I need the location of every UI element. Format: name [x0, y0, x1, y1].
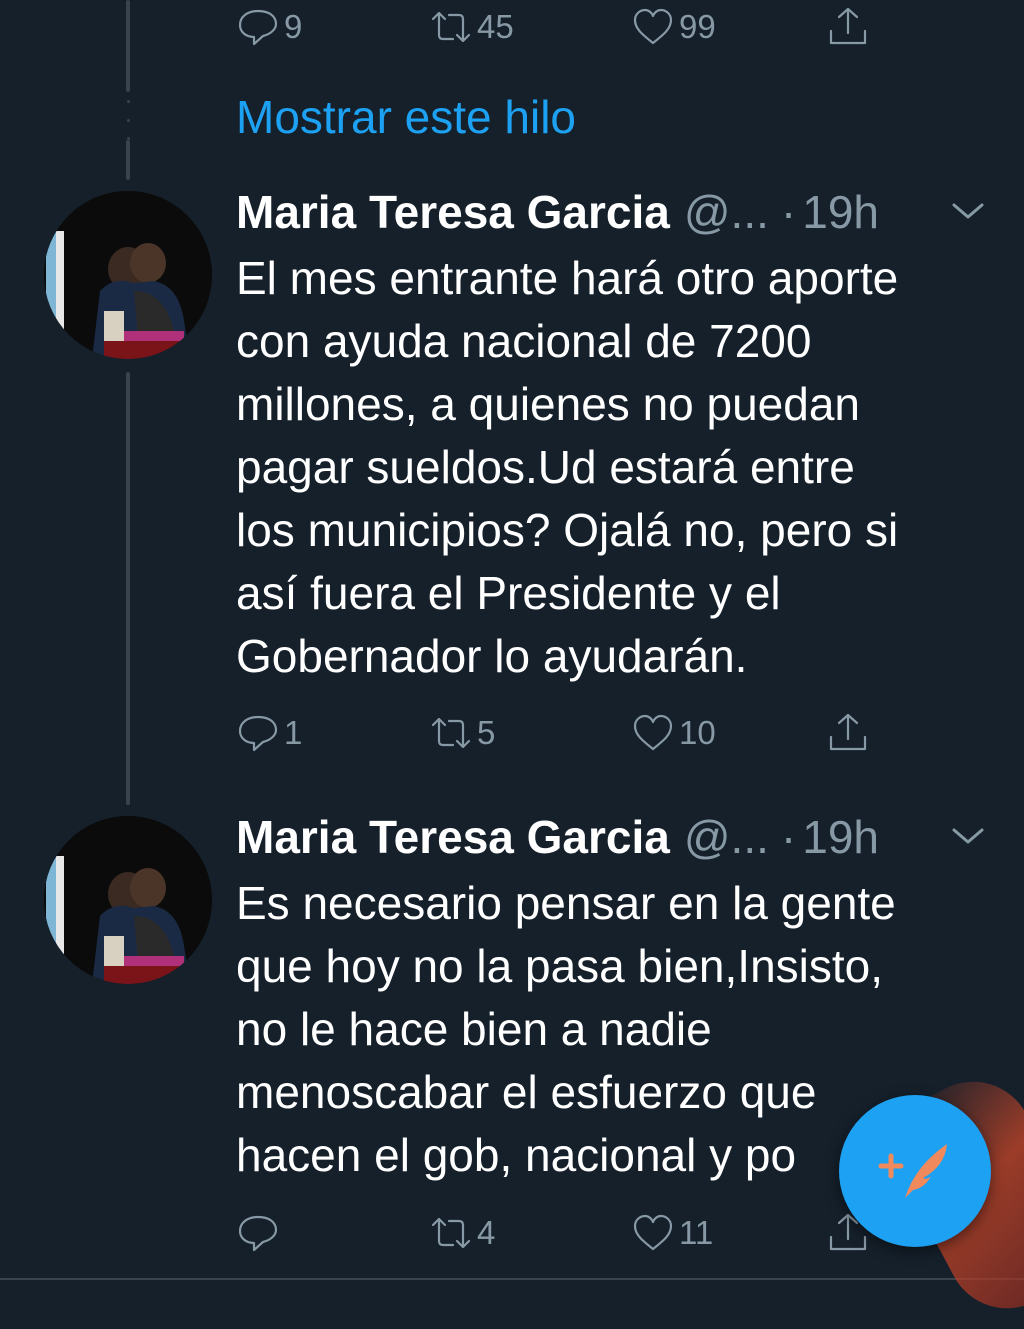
- avatar-image: [44, 816, 212, 984]
- reply-count: 9: [284, 8, 303, 45]
- top-tweet-actions: 9 45 99: [236, 2, 886, 52]
- reply-icon: [238, 715, 278, 752]
- tweet-menu-button[interactable]: [950, 200, 990, 230]
- tweet-actions: 4 11: [236, 1208, 886, 1258]
- user-handle[interactable]: @...: [684, 810, 769, 864]
- show-thread-link[interactable]: Mostrar este hilo: [236, 90, 576, 144]
- like-button[interactable]: 11: [631, 1208, 713, 1258]
- reply-icon: [238, 1215, 278, 1252]
- compose-tweet-button[interactable]: [839, 1095, 991, 1247]
- tweet-text-line: El mes entrante hará otro aporte: [236, 252, 899, 304]
- tweet-text-line: Gobernador lo ayudarán.: [236, 630, 748, 682]
- tweet-text-line: no le hace bien a nadie: [236, 1003, 712, 1055]
- thread-line-top: [126, 0, 130, 92]
- chevron-down-icon: [952, 828, 984, 844]
- tweet-text: El mes entrante hará otro aporte con ayu…: [236, 247, 996, 688]
- heart-icon: [633, 8, 673, 45]
- thread-ellipsis: [124, 100, 132, 140]
- heart-icon: [633, 1214, 673, 1251]
- chevron-down-icon: [952, 203, 984, 219]
- reply-button[interactable]: 9: [236, 2, 302, 52]
- retweet-icon: [431, 11, 471, 43]
- retweet-icon: [431, 1217, 471, 1249]
- divider: [0, 1278, 1024, 1280]
- like-button[interactable]: 10: [631, 708, 716, 758]
- retweet-button[interactable]: 5: [429, 708, 495, 758]
- tweet-header: Maria Teresa Garcia @... · 19h: [236, 809, 879, 865]
- tweet-text-line: así fuera el Presidente y el: [236, 567, 781, 619]
- thread-line-middle: [126, 372, 130, 805]
- reply-count: 1: [284, 714, 303, 751]
- tweet-text-line: los municipios? Ojalá no, pero si: [236, 504, 899, 556]
- reply-button[interactable]: [236, 1208, 284, 1258]
- share-button[interactable]: [826, 2, 870, 52]
- retweet-count: 4: [477, 1214, 496, 1251]
- reply-button[interactable]: 1: [236, 708, 302, 758]
- share-icon: [829, 713, 867, 751]
- tweet-text-line: que hoy no la pasa bien,Insisto,: [236, 940, 884, 992]
- heart-icon: [633, 714, 673, 751]
- retweet-count: 45: [477, 8, 514, 45]
- retweet-count: 5: [477, 714, 496, 751]
- retweet-icon: [431, 717, 471, 749]
- retweet-button[interactable]: 45: [429, 2, 514, 52]
- reply-icon: [238, 9, 278, 46]
- timestamp[interactable]: 19h: [802, 810, 879, 864]
- tweet-actions: 1 5 10: [236, 708, 886, 758]
- separator-dot: ·: [780, 811, 797, 863]
- user-handle[interactable]: @...: [684, 185, 769, 239]
- tweet-text-line: Es necesario pensar en la gente: [236, 877, 896, 929]
- like-button[interactable]: 99: [631, 2, 716, 52]
- tweet-text-line: con ayuda nacional de 7200: [236, 315, 812, 367]
- timestamp[interactable]: 19h: [802, 185, 879, 239]
- display-name[interactable]: Maria Teresa Garcia: [236, 810, 670, 864]
- share-icon: [829, 7, 867, 45]
- like-count: 99: [679, 8, 716, 45]
- like-count: 10: [679, 714, 716, 751]
- share-button[interactable]: [826, 708, 870, 758]
- avatar[interactable]: [44, 816, 212, 984]
- avatar[interactable]: [44, 191, 212, 359]
- tweet-text-line: millones, a quienes no puedan: [236, 378, 861, 430]
- separator-dot: ·: [780, 186, 797, 238]
- display-name[interactable]: Maria Teresa Garcia: [236, 185, 670, 239]
- retweet-button[interactable]: 4: [429, 1208, 495, 1258]
- avatar-image: [44, 191, 212, 359]
- thread-line-bottom-top: [126, 140, 130, 180]
- tweet-menu-button[interactable]: [950, 825, 990, 855]
- compose-tweet-icon: [878, 1144, 947, 1198]
- tweet-text-line: pagar sueldos.Ud estará entre: [236, 441, 855, 493]
- tweet-header: Maria Teresa Garcia @... · 19h: [236, 184, 879, 240]
- like-count: 11: [679, 1214, 714, 1251]
